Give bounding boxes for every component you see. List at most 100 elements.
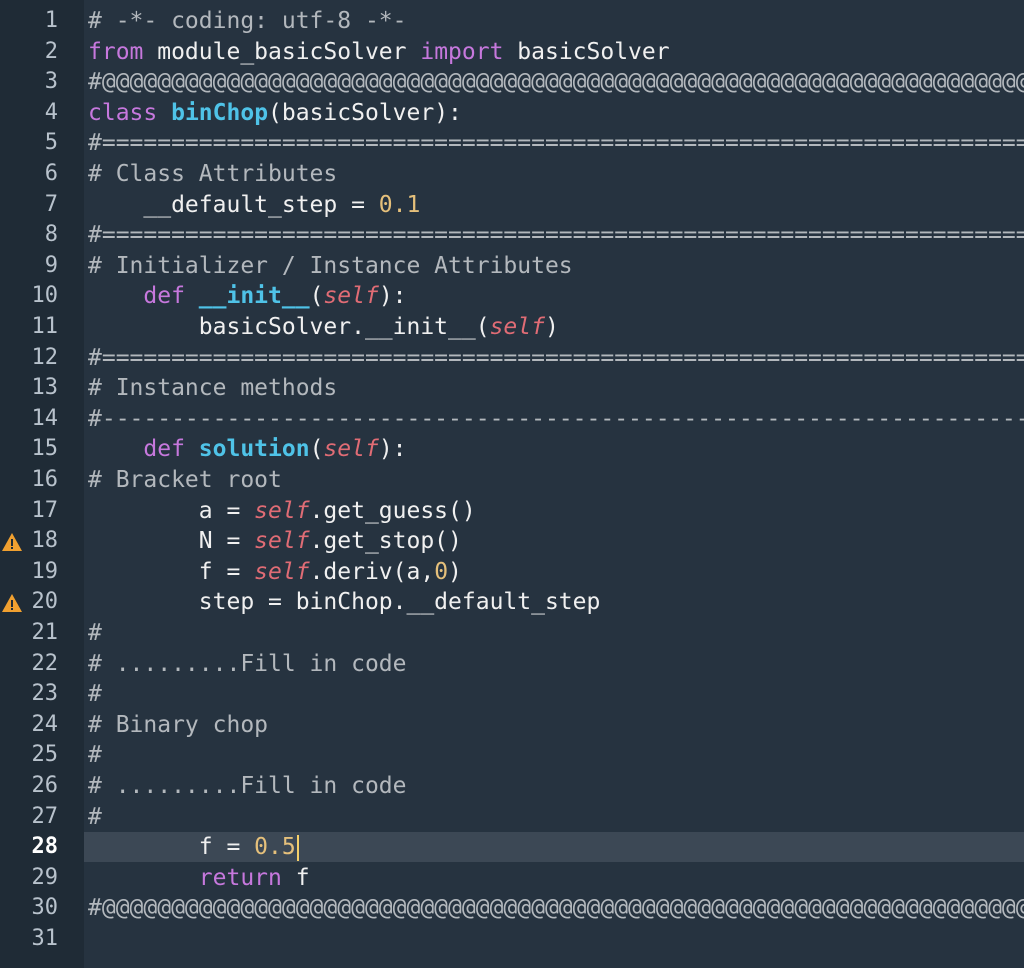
line-number[interactable]: 2 xyxy=(0,37,84,67)
code-line[interactable]: class binChop(basicSolver): xyxy=(84,98,1024,128)
line-number-gutter: 1 2 3 4 5 6 7 8 9 10 11 12 13 14 15 16 17 18 19 20 21 22 23 24 2… xyxy=(0,0,84,968)
code-token-keyword: from xyxy=(88,38,144,65)
code-token-plain: (basicSolver): xyxy=(268,99,462,126)
line-number-label: 25 xyxy=(31,742,59,768)
line-number-label: 16 xyxy=(31,467,59,492)
code-token-comment: # Binary chop xyxy=(88,711,269,738)
line-number[interactable]: 14 xyxy=(0,404,84,434)
code-token-plain: ) xyxy=(448,558,462,585)
code-token-comment: #=======================================… xyxy=(88,344,1024,371)
code-line[interactable] xyxy=(84,924,1024,954)
code-line[interactable]: # xyxy=(84,740,1024,770)
line-number-label: 31 xyxy=(31,926,59,951)
code-line[interactable]: # Bracket root xyxy=(84,465,1024,495)
code-line[interactable]: step = binChop.__default_step xyxy=(84,587,1024,617)
code-token-comment: #=======================================… xyxy=(88,130,1024,157)
line-number[interactable]: 30 xyxy=(0,893,84,923)
warning-icon[interactable] xyxy=(1,592,23,613)
code-line[interactable]: f = self.deriv(a,0) xyxy=(84,557,1024,587)
current-code-line[interactable]: f = 0.5 xyxy=(84,832,1024,863)
code-token-plain: ( xyxy=(309,283,324,310)
line-number[interactable]: 5 xyxy=(0,128,84,158)
code-line[interactable]: # Initializer / Instance Attributes xyxy=(84,251,1024,281)
code-token-comment: # -*- coding: utf-8 -*- xyxy=(88,8,407,34)
line-number[interactable]: 1 xyxy=(0,6,84,36)
code-line[interactable]: # Instance methods xyxy=(84,373,1024,403)
line-number[interactable]: 20 xyxy=(0,587,84,617)
line-number[interactable]: 4 xyxy=(0,98,84,128)
line-number[interactable]: 8 xyxy=(0,220,84,250)
line-number[interactable]: 13 xyxy=(0,373,84,403)
code-line[interactable]: #@@@@@@@@@@@@@@@@@@@@@@@@@@@@@@@@@@@@@@@… xyxy=(84,67,1024,97)
code-line[interactable]: basicSolver.__init__(self) xyxy=(84,312,1024,342)
code-token-plain: ( xyxy=(309,436,324,463)
line-number-label: 19 xyxy=(31,558,59,584)
code-line[interactable]: __default_step = 0.1 xyxy=(84,190,1024,220)
line-number[interactable]: 11 xyxy=(0,312,84,342)
line-number[interactable]: 7 xyxy=(0,190,84,220)
code-line[interactable]: def __init__(self): xyxy=(84,281,1024,311)
code-token-comment: # Class Attributes xyxy=(88,161,338,187)
code-line[interactable]: def solution(self): xyxy=(84,434,1024,464)
code-token-plain: ) xyxy=(544,314,559,340)
line-number[interactable]: 25 xyxy=(0,740,84,770)
code-token-plain: .get_guess() xyxy=(309,497,476,524)
line-number[interactable]: 12 xyxy=(0,343,84,373)
line-number[interactable]: 6 xyxy=(0,159,84,189)
code-line[interactable]: # -*- coding: utf-8 -*- xyxy=(84,6,1024,36)
code-line[interactable]: #---------------------------------------… xyxy=(84,404,1024,434)
code-token-comment: # xyxy=(88,742,102,769)
code-line[interactable]: #@@@@@@@@@@@@@@@@@@@@@@@@@@@@@@@@@@@@@@@… xyxy=(84,893,1024,923)
code-token-funcname: solution xyxy=(198,436,310,463)
code-line[interactable]: # xyxy=(84,618,1024,648)
line-number[interactable]: 21 xyxy=(0,618,84,648)
code-line[interactable]: #=======================================… xyxy=(84,220,1024,250)
line-number-label: 27 xyxy=(31,803,59,829)
code-text-area[interactable]: # -*- coding: utf-8 -*- from module_basic… xyxy=(84,0,1024,968)
code-token-plain: ): xyxy=(378,436,407,463)
code-token-comment: # xyxy=(88,803,102,830)
code-line[interactable]: # .........Fill in code xyxy=(84,771,1024,801)
code-token-comment: # Bracket root xyxy=(88,467,282,493)
line-number[interactable]: 23 xyxy=(0,679,84,709)
code-line[interactable]: a = self.get_guess() xyxy=(84,496,1024,526)
line-number[interactable]: 10 xyxy=(0,281,84,311)
line-number[interactable]: 19 xyxy=(0,557,84,587)
line-number[interactable]: 17 xyxy=(0,496,84,526)
code-line[interactable]: # Binary chop xyxy=(84,710,1024,740)
code-line[interactable]: # .........Fill in code xyxy=(84,649,1024,679)
code-token-keyword: class xyxy=(88,99,158,126)
warning-icon[interactable] xyxy=(1,531,23,552)
code-token-plain: module_basicSolver xyxy=(143,38,421,65)
code-line[interactable]: # xyxy=(84,679,1024,709)
code-line[interactable]: N = self.get_stop() xyxy=(84,526,1024,556)
code-token-number: 0.1 xyxy=(378,191,421,218)
line-number-label: 23 xyxy=(31,681,59,707)
code-token-comment: # Instance methods xyxy=(88,375,338,402)
code-line[interactable]: #=======================================… xyxy=(84,128,1024,158)
line-number[interactable]: 24 xyxy=(0,710,84,740)
line-number[interactable]: 26 xyxy=(0,771,84,801)
line-number[interactable]: 22 xyxy=(0,649,84,679)
line-number-label: 5 xyxy=(44,130,58,156)
code-token-plain: N = xyxy=(88,528,255,555)
code-token-plain: basicSolver xyxy=(503,38,670,65)
code-line[interactable]: #=======================================… xyxy=(84,343,1024,373)
line-number[interactable]: 16 xyxy=(0,465,84,495)
line-number[interactable]: 31 xyxy=(0,924,84,954)
code-line[interactable]: return f xyxy=(84,863,1024,893)
code-line[interactable]: from module_basicSolver import basicSolv… xyxy=(84,37,1024,67)
line-number[interactable]: 18 xyxy=(0,526,84,556)
code-line[interactable]: # xyxy=(84,802,1024,832)
code-token-comment: # .........Fill in code xyxy=(88,650,407,677)
code-line[interactable]: # Class Attributes xyxy=(84,159,1024,189)
line-number[interactable]: 28 xyxy=(0,832,84,862)
line-number[interactable]: 3 xyxy=(0,67,84,97)
line-number[interactable]: 29 xyxy=(0,863,84,893)
line-number[interactable]: 9 xyxy=(0,251,84,281)
line-number[interactable]: 27 xyxy=(0,802,84,832)
line-number[interactable]: 15 xyxy=(0,434,84,464)
code-editor[interactable]: 1 2 3 4 5 6 7 8 9 10 11 12 13 14 15 16 17 18 19 20 21 22 23 24 2… xyxy=(0,0,1024,968)
